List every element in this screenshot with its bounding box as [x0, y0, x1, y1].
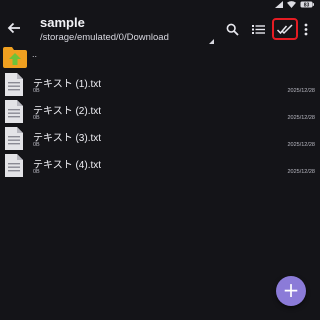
file-date: 2025/12/28 [287, 169, 315, 175]
file-list-item[interactable]: テキスト (3).txt 0B 2025/12/28 [0, 125, 320, 152]
list-view-icon [251, 24, 265, 34]
text-file-icon [5, 154, 23, 177]
file-name: テキスト (3).txt [33, 133, 102, 144]
file-list-item[interactable]: テキスト (4).txt 0B 2025/12/28 [0, 152, 320, 179]
plus-icon: + [282, 278, 300, 302]
status-bar: 83 [0, 0, 320, 10]
file-size: 0B [33, 142, 40, 148]
back-button[interactable] [5, 19, 23, 37]
search-icon [226, 23, 239, 36]
wifi-icon [287, 1, 296, 8]
more-options-button[interactable] [300, 20, 312, 38]
battery-level: 83 [304, 3, 310, 9]
current-path[interactable]: /storage/emulated/0/Download [40, 32, 169, 43]
file-name: テキスト (4).txt [33, 160, 102, 171]
add-button[interactable]: + [276, 276, 306, 306]
file-list-item[interactable]: テキスト (2).txt 0B 2025/12/28 [0, 98, 320, 125]
search-button[interactable] [223, 20, 241, 38]
file-size: 0B [33, 169, 40, 175]
file-date: 2025/12/28 [287, 115, 315, 121]
back-arrow-icon [7, 22, 20, 34]
parent-directory-label: .. [32, 49, 38, 59]
file-size: 0B [33, 88, 40, 94]
file-name: テキスト (1).txt [33, 79, 102, 90]
page-title: sample [40, 15, 85, 30]
file-date: 2025/12/28 [287, 88, 315, 94]
battery-icon: 83 [300, 1, 314, 8]
status-icons: 83 [275, 1, 314, 8]
text-file-icon [5, 127, 23, 150]
folder-up-icon [3, 47, 27, 68]
select-all-button[interactable] [276, 20, 294, 38]
signal-icon [275, 1, 283, 8]
file-size: 0B [33, 115, 40, 121]
app-bar: sample /storage/emulated/0/Download [0, 10, 320, 44]
file-list: .. テキスト (1).txt 0B 2025/12/28 テキスト (2).t… [0, 44, 320, 179]
text-file-icon [5, 100, 23, 123]
file-date: 2025/12/28 [287, 142, 315, 148]
file-list-item[interactable]: テキスト (1).txt 0B 2025/12/28 [0, 71, 320, 98]
file-name: テキスト (2).txt [33, 106, 102, 117]
more-vert-icon [304, 23, 308, 35]
text-file-icon [5, 73, 23, 96]
select-all-icon [277, 23, 293, 34]
list-view-button[interactable] [249, 20, 267, 38]
parent-directory-item[interactable]: .. [0, 44, 320, 71]
